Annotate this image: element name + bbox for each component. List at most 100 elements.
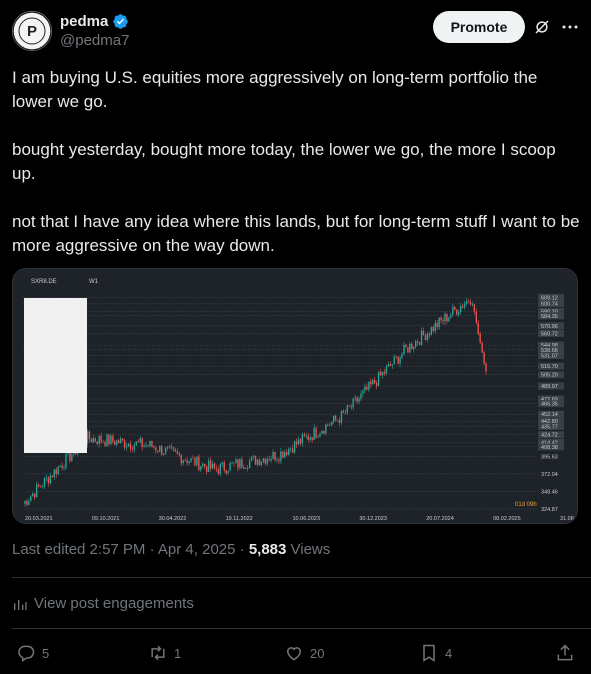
candle-body bbox=[332, 415, 335, 422]
candle-body bbox=[463, 304, 466, 308]
candle-body bbox=[100, 435, 102, 442]
candle-body bbox=[432, 327, 434, 332]
price-label: 489.97 bbox=[541, 384, 558, 390]
candle-body bbox=[260, 461, 263, 466]
repost-button[interactable]: 1 bbox=[148, 643, 181, 663]
candle-body bbox=[350, 406, 352, 408]
grok-icon[interactable] bbox=[533, 18, 551, 36]
candle-body bbox=[291, 448, 294, 453]
candle-body bbox=[418, 342, 421, 345]
candle-body bbox=[422, 330, 425, 336]
candle-body bbox=[295, 441, 298, 445]
candle-body bbox=[108, 434, 110, 445]
candle-body bbox=[204, 463, 206, 467]
candle-body bbox=[272, 451, 274, 460]
candle-body bbox=[409, 343, 411, 353]
price-label: 531.07 bbox=[541, 353, 558, 359]
price-label: 435.77 bbox=[541, 424, 558, 430]
candle-body bbox=[147, 445, 149, 447]
candle-body bbox=[215, 468, 218, 470]
candle-body bbox=[159, 445, 161, 452]
candle-body bbox=[268, 459, 270, 461]
candle-body bbox=[207, 460, 210, 472]
price-label: 452.14 bbox=[541, 412, 558, 418]
edited-timestamp[interactable]: Last edited 2:57 PM · Apr 4, 2025 · bbox=[12, 541, 249, 558]
candle-body bbox=[264, 458, 266, 464]
candle-body bbox=[282, 451, 284, 458]
candle-body bbox=[98, 435, 100, 445]
candle-body bbox=[192, 458, 194, 459]
share-button[interactable] bbox=[555, 643, 575, 663]
candle-body bbox=[41, 486, 44, 488]
author-name[interactable]: pedma bbox=[60, 13, 108, 30]
candle-body bbox=[239, 459, 241, 468]
avatar-letter: P bbox=[27, 23, 37, 40]
candle-body bbox=[485, 363, 487, 372]
candle-body bbox=[452, 306, 454, 315]
candle-body bbox=[102, 441, 104, 443]
price-label: 600.74 bbox=[541, 302, 558, 308]
candle-body bbox=[37, 484, 40, 487]
bookmark-button[interactable]: 4 bbox=[419, 643, 452, 663]
candle-body bbox=[227, 470, 229, 474]
candle-body bbox=[465, 301, 468, 305]
candle-body bbox=[383, 371, 386, 374]
candle-body bbox=[245, 467, 247, 469]
chart-symbol: SXR8.DE bbox=[31, 279, 57, 285]
candle-body bbox=[137, 441, 139, 443]
candle-body bbox=[301, 434, 304, 444]
candle-body bbox=[399, 357, 401, 364]
candle-body bbox=[53, 469, 55, 478]
chart-image[interactable]: 609.12600.74590.20584.35570.96560.72544.… bbox=[12, 268, 578, 524]
candle-body bbox=[92, 438, 95, 443]
candle-body bbox=[329, 425, 331, 426]
candle-body bbox=[415, 341, 417, 348]
candle-body bbox=[352, 398, 354, 408]
candle-body bbox=[373, 379, 376, 383]
candle-body bbox=[370, 381, 372, 385]
candle-body bbox=[456, 309, 458, 315]
author-handle[interactable]: @pedma7 bbox=[60, 32, 129, 49]
candle-body bbox=[403, 344, 405, 354]
candle-body bbox=[223, 462, 225, 471]
candle-body bbox=[34, 493, 36, 498]
repost-icon bbox=[151, 645, 165, 661]
candle-body bbox=[467, 301, 470, 303]
views-count: 5,883 bbox=[248, 541, 287, 558]
candle-body bbox=[434, 322, 436, 332]
verified-badge-icon[interactable] bbox=[112, 13, 129, 30]
avatar[interactable]: P bbox=[12, 11, 52, 51]
candle-body bbox=[61, 465, 63, 468]
candle-body bbox=[366, 386, 368, 390]
candle-body bbox=[123, 440, 126, 448]
reply-count: 5 bbox=[42, 645, 50, 661]
candle-body bbox=[344, 412, 347, 414]
candle-body bbox=[153, 446, 155, 448]
candle-body bbox=[135, 441, 138, 445]
candle-body bbox=[469, 302, 472, 305]
candle-body bbox=[299, 439, 302, 444]
candle-body bbox=[194, 458, 196, 466]
candle-body bbox=[286, 452, 288, 455]
candle-body bbox=[247, 467, 249, 469]
analytics-icon bbox=[14, 599, 27, 610]
promote-button[interactable]: Promote bbox=[433, 11, 525, 43]
price-label: 408.38 bbox=[541, 445, 558, 451]
avatar-logo: P bbox=[12, 11, 52, 51]
candle-body bbox=[127, 443, 130, 447]
candle-body bbox=[284, 452, 286, 458]
candle-body bbox=[71, 454, 73, 461]
price-label: 516.70 bbox=[541, 364, 558, 370]
action-bar: 5 1 20 4 bbox=[16, 643, 575, 665]
reply-button[interactable]: 5 bbox=[16, 643, 49, 663]
candle-body bbox=[176, 451, 179, 454]
candle-body bbox=[436, 322, 438, 328]
candle-body bbox=[164, 447, 167, 454]
candle-body bbox=[256, 459, 259, 465]
more-icon[interactable] bbox=[561, 18, 579, 36]
x-axis-label: 20.07.2024 bbox=[426, 516, 454, 522]
candle-body bbox=[297, 439, 300, 445]
like-button[interactable]: 20 bbox=[284, 643, 324, 663]
view-engagements-link[interactable]: View post engagements bbox=[12, 595, 194, 612]
candle-body bbox=[59, 465, 61, 467]
